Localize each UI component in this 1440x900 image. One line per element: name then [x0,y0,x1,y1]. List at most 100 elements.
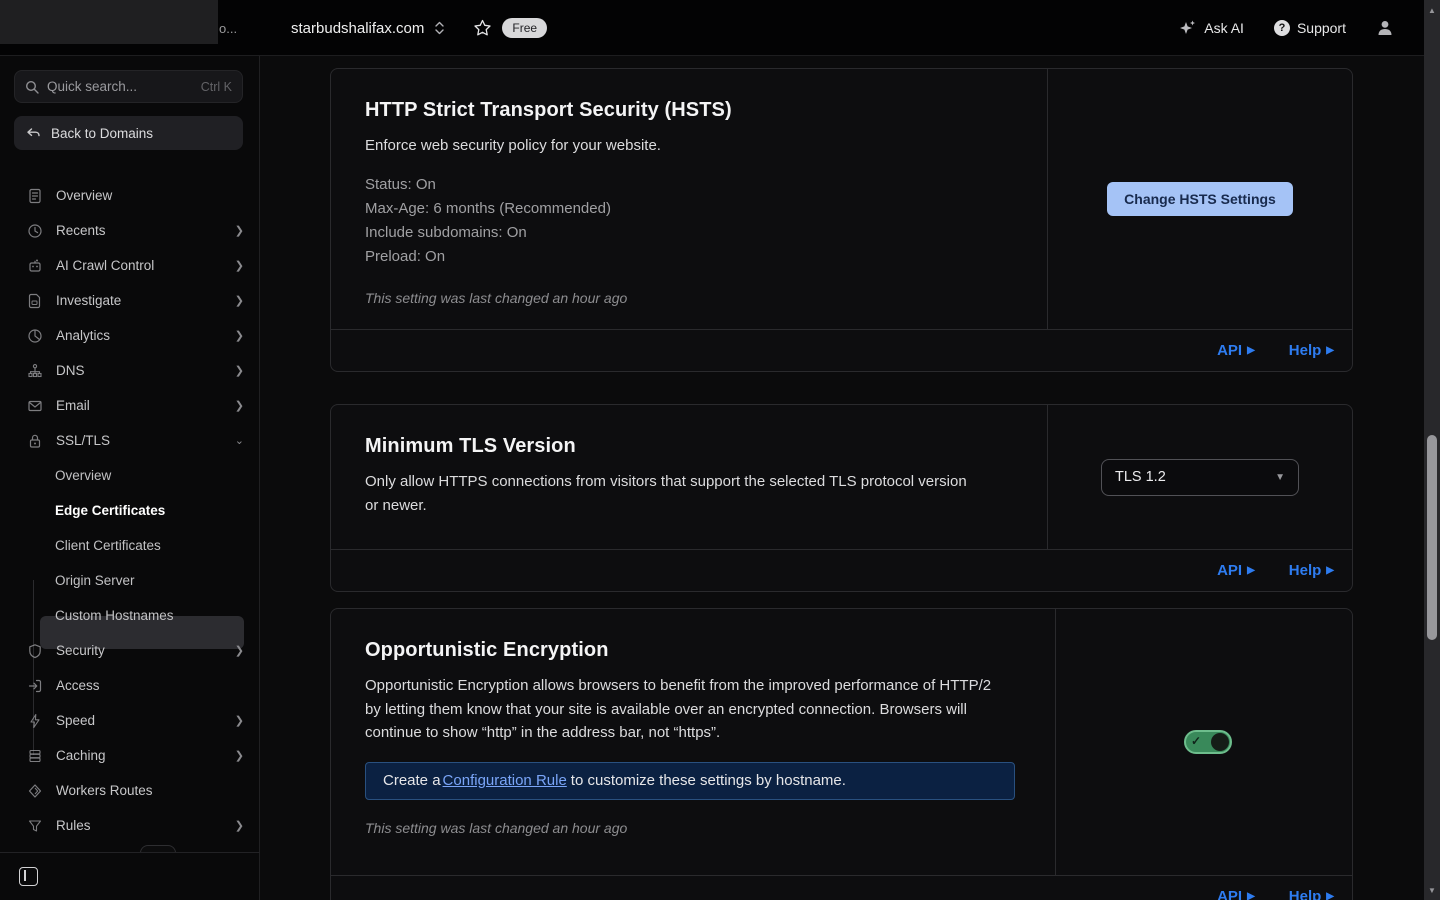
support-button[interactable]: ? Support [1274,20,1346,36]
sidebar-nav: Overview Recents❯ AI Crawl Control❯ Inve… [0,178,260,843]
change-hsts-settings-button[interactable]: Change HSTS Settings [1107,182,1293,216]
hsts-card-description: Enforce web security policy for your web… [365,134,1005,158]
chevron-right-icon: ❯ [235,329,244,342]
chevron-right-icon: ❯ [235,644,244,657]
domain-name: starbudshalifax.com [291,20,424,37]
ask-ai-label: Ask AI [1204,20,1244,36]
main-content: HTTP Strict Transport Security (HSTS) En… [260,56,1424,900]
vertical-scrollbar[interactable]: ▲ ▼ [1424,0,1440,900]
sidebar-item-caching[interactable]: Caching❯ [0,738,260,773]
lightning-bolt-icon [27,713,43,729]
oe-api-link[interactable]: API▶ [1217,888,1255,900]
triangle-right-icon: ▶ [1326,892,1334,900]
hsts-preload: Preload: On [365,245,1007,269]
question-circle-icon: ? [1274,20,1290,36]
hsts-max-age: Max-Age: 6 months (Recommended) [365,197,1007,221]
hsts-card-title: HTTP Strict Transport Security (HSTS) [365,99,1007,122]
toggle-knob [1211,733,1229,751]
topbar: o... starbudshalifax.com Free Ask AI ? S… [0,0,1440,56]
chevron-right-icon: ❯ [235,224,244,237]
redacted-logo-area [0,0,218,44]
sidebar-item-recents[interactable]: Recents❯ [0,213,260,248]
back-to-domains-button[interactable]: Back to Domains [14,116,243,150]
shield-icon [27,643,43,659]
sidebar-item-speed[interactable]: Speed❯ [0,703,260,738]
sidebar-item-rules[interactable]: Rules❯ [0,808,260,843]
sidebar-item-email[interactable]: Email❯ [0,388,260,423]
opportunistic-encryption-card: Opportunistic Encryption Opportunistic E… [330,608,1353,900]
min-tls-card-description: Only allow HTTPS connections from visito… [365,470,983,517]
chevron-right-icon: ❯ [235,294,244,307]
search-icon [25,80,39,94]
tls-version-value: TLS 1.2 [1115,469,1166,485]
hsts-api-link[interactable]: API▶ [1217,342,1255,359]
triangle-right-icon: ▶ [1247,892,1255,900]
chevron-right-icon: ❯ [235,819,244,832]
sidebar-subitem-edge-certificates[interactable]: Edge Certificates [0,493,260,528]
chevron-right-icon: ❯ [235,399,244,412]
search-input[interactable] [47,79,193,94]
triangle-right-icon: ▶ [1326,346,1334,356]
hsts-include-subdomains: Include subdomains: On [365,221,1007,245]
sidebar-subitem-custom-hostnames[interactable]: Custom Hostnames [0,598,260,633]
hsts-help-link[interactable]: Help▶ [1289,342,1334,359]
collapse-sidebar-icon[interactable] [19,867,38,886]
banner-text-suffix: to customize these settings by hostname. [571,772,846,789]
user-avatar-icon[interactable] [1376,19,1394,37]
favorite-star-icon[interactable] [473,19,492,37]
hsts-last-changed-note: This setting was last changed an hour ag… [365,290,1007,306]
chevron-right-icon: ❯ [235,749,244,762]
document-icon [27,188,43,204]
sidebar-item-access[interactable]: Access [0,668,260,703]
min-tls-api-link[interactable]: API▶ [1217,562,1255,579]
domain-switcher-chevrons-icon[interactable] [434,21,445,35]
plan-badge: Free [502,18,547,38]
min-tls-card: Minimum TLS Version Only allow HTTPS con… [330,404,1353,592]
sidebar-item-dns[interactable]: DNS❯ [0,353,260,388]
sidebar-subitem-ssl-overview[interactable]: Overview [0,458,260,493]
sparkle-icon [1179,19,1197,37]
configuration-rule-banner: Create a Configuration Rule to customize… [365,762,1015,800]
chevron-right-icon: ❯ [235,714,244,727]
min-tls-help-link[interactable]: Help▶ [1289,562,1334,579]
min-tls-card-title: Minimum TLS Version [365,435,1007,458]
login-arrow-icon [27,678,43,694]
configuration-rule-link[interactable]: Configuration Rule [443,772,567,789]
sidebar-item-analytics[interactable]: Analytics❯ [0,318,260,353]
triangle-right-icon: ▶ [1326,566,1334,576]
scrollbar-thumb[interactable] [1427,435,1437,640]
oe-card-title: Opportunistic Encryption [365,639,1015,662]
support-label: Support [1297,20,1346,36]
ask-ai-button[interactable]: Ask AI [1179,19,1244,37]
sidebar-subitem-client-certificates[interactable]: Client Certificates [0,528,260,563]
padlock-icon [27,433,43,449]
envelope-icon [27,398,43,414]
dropdown-caret-icon: ▼ [1275,472,1285,483]
sidebar-item-workers-routes[interactable]: Workers Routes [0,773,260,808]
sidebar-item-ssl-tls[interactable]: SSL/TLS⌄ [0,423,260,458]
funnel-icon [27,818,43,834]
tls-version-select[interactable]: TLS 1.2 ▼ [1101,459,1299,496]
sidebar-item-ai-crawl-control[interactable]: AI Crawl Control❯ [0,248,260,283]
chevron-right-icon: ❯ [235,364,244,377]
opportunistic-encryption-toggle[interactable]: ✓ [1184,730,1232,754]
banner-text-prefix: Create a [383,772,441,789]
chevron-down-icon: ⌄ [235,434,244,447]
triangle-right-icon: ▶ [1247,566,1255,576]
hsts-status: Status: On [365,173,1007,197]
scroll-down-arrow-icon[interactable]: ▼ [1424,882,1440,898]
sidebar-item-security[interactable]: Security❯ [0,633,260,668]
back-to-domains-label: Back to Domains [51,126,153,141]
workers-diamond-icon [27,783,43,799]
scroll-up-arrow-icon[interactable]: ▲ [1424,2,1440,18]
oe-help-link[interactable]: Help▶ [1289,888,1334,900]
sidebar-subitem-origin-server[interactable]: Origin Server [0,563,260,598]
search-shortcut-hint: Ctrl K [201,80,232,94]
sidebar-item-overview[interactable]: Overview [0,178,260,213]
account-name-truncated: o... [219,0,237,56]
clock-history-icon [27,223,43,239]
sidebar-item-investigate[interactable]: Investigate❯ [0,283,260,318]
file-search-icon [27,293,43,309]
oe-card-description: Opportunistic Encryption allows browsers… [365,674,1007,745]
quick-search-box[interactable]: Ctrl K [14,70,243,103]
